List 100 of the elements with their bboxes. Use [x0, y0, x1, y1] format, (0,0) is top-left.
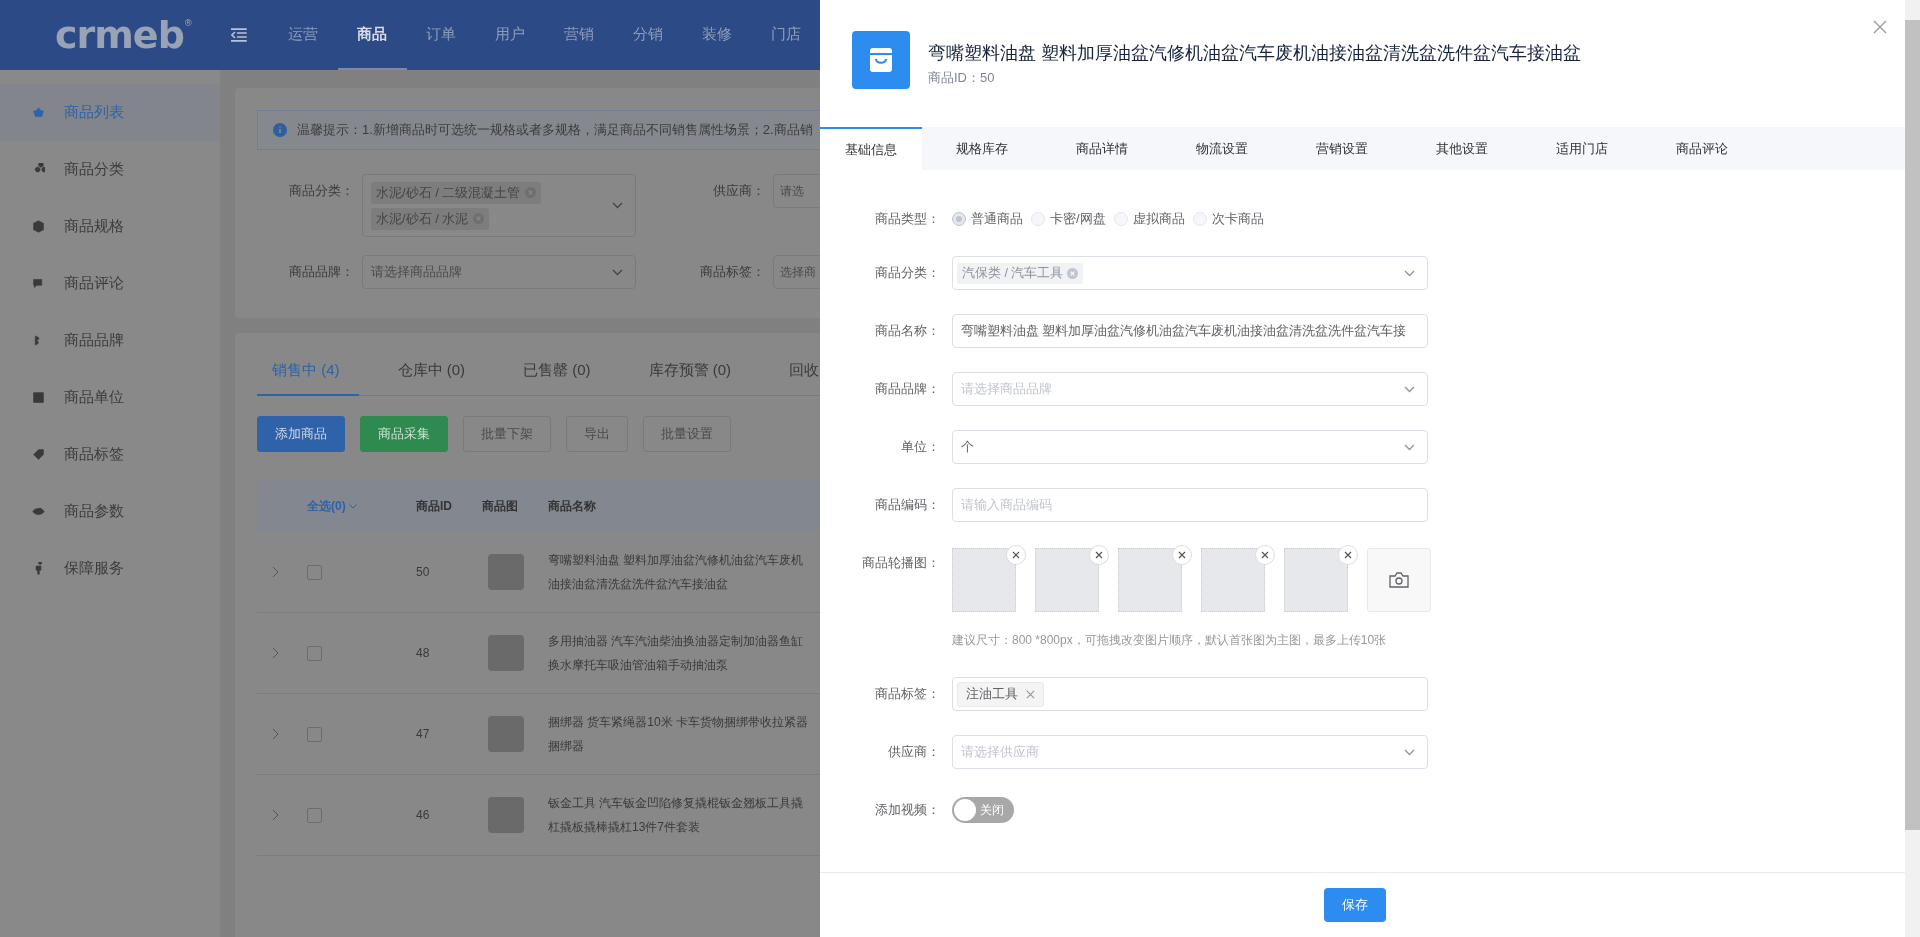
selected-tag: 汽保类 / 汽车工具 [957, 262, 1084, 284]
chevron-right-icon[interactable] [272, 809, 279, 821]
filter-label: 商品分类： [288, 182, 355, 200]
save-button[interactable]: 保存 [1324, 888, 1386, 922]
status-tab[interactable]: 回收 [770, 361, 820, 396]
chevron-down-icon [1404, 748, 1415, 756]
tab[interactable]: 营销设置 [1282, 127, 1402, 170]
tag-select[interactable]: 注油工具 [952, 677, 1428, 711]
chevron-right-icon[interactable] [272, 566, 279, 578]
table-cell-text: 多用抽油器 汽车汽油柴油换油器定制加油器鱼缸换水摩托车吸油管油箱手动抽油泵 [548, 633, 805, 674]
menu-item-icon [32, 163, 45, 176]
drawer-title: 弯嘴塑料油盘 塑料加厚油盆汽修机油盆汽车废机油接油盆清洗盆洗件盆汽车接油盆 [928, 41, 1581, 65]
tab[interactable]: 商品详情 [1042, 127, 1162, 170]
chevron-down-icon [348, 503, 357, 509]
form-label: 商品名称： [874, 322, 941, 340]
select-all-dropdown[interactable]: 全选(0) [307, 497, 357, 515]
status-tab[interactable]: 已售罄 (0) [504, 361, 610, 396]
select-field[interactable]: 请选择商品品牌 [952, 372, 1428, 406]
sidebar-item[interactable]: 商品标签 [0, 426, 220, 483]
row-checkbox[interactable] [307, 564, 322, 580]
sidebar-item[interactable]: 商品参数 [0, 483, 220, 540]
form-label: 商品轮播图： [861, 554, 941, 572]
menu-item-icon [32, 391, 45, 404]
status-tab[interactable]: 销售中 (4) [257, 361, 359, 396]
tab[interactable]: 规格库存 [922, 127, 1042, 170]
sidebar-item[interactable]: 商品列表 [0, 84, 220, 141]
tab[interactable]: 物流设置 [1162, 127, 1282, 170]
text-field[interactable]: 请输入商品编码 [952, 488, 1428, 522]
shopping-bag-icon [852, 30, 910, 89]
tab[interactable]: 其他设置 [1402, 127, 1522, 170]
chevron-right-icon[interactable] [272, 647, 279, 659]
table-cell: 48 [416, 646, 430, 660]
select-field[interactable]: 请选择供应商 [952, 735, 1428, 769]
sidebar-item[interactable]: 商品规格 [0, 198, 220, 255]
form-label: 商品编码： [874, 496, 941, 514]
chevron-right-icon[interactable] [272, 728, 279, 740]
photo-placeholder [488, 554, 524, 590]
row-checkbox[interactable] [307, 645, 322, 661]
sidebar-item[interactable]: 保障服务 [0, 540, 220, 597]
nav-tab[interactable]: 分销 [613, 0, 683, 70]
menu-item-icon [32, 220, 45, 233]
chevron-down-icon [1404, 385, 1415, 393]
row-checkbox[interactable] [307, 807, 322, 823]
camera-icon [1389, 572, 1409, 588]
nav-tab[interactable]: 用户 [475, 0, 545, 70]
menu-item-icon [32, 562, 45, 575]
tag-select[interactable]: 汽保类 / 汽车工具 [952, 256, 1428, 290]
text-field[interactable]: 弯嘴塑料油盘 塑料加厚油盆汽修机油盆汽车废机油接油盆清洗盆洗件盆汽车接 [952, 314, 1428, 348]
nav-tab[interactable]: 订单 [406, 0, 476, 70]
photo-placeholder [488, 635, 524, 671]
menu-icon[interactable] [231, 28, 248, 42]
brand-select[interactable]: 请选择商品品牌 [362, 255, 636, 289]
nav-tab[interactable]: 营销 [544, 0, 614, 70]
nav-tab[interactable]: 商品 [337, 0, 407, 70]
chevron-down-icon [1404, 269, 1415, 277]
menu-item-icon [32, 106, 45, 119]
nav-tab[interactable]: 门店 [751, 0, 820, 70]
sidebar-item[interactable]: 商品评论 [0, 255, 220, 312]
upload-button[interactable] [1367, 548, 1431, 612]
table-cell: 46 [416, 808, 430, 822]
table-cell-text: 弯嘴塑料油盘 塑料加厚油盆汽修机油盆汽车废机油接油盆清洗盆洗件盆汽车接油盆 [548, 552, 805, 593]
nav-tab[interactable]: 运营 [269, 0, 338, 70]
remove-icon[interactable] [1067, 267, 1079, 279]
sidebar-item[interactable]: 商品品牌 [0, 312, 220, 369]
filter-label: 商品标签： [699, 263, 766, 281]
table-cell-text: 钣金工具 汽车钣金凹陷修复撬棍钣金翘板工具撬杠撬板撬棒撬杠13件7件套装 [548, 795, 805, 836]
toggle-switch[interactable]: 关闭 [952, 797, 1014, 823]
sidebar-item[interactable]: 商品分类 [0, 141, 220, 198]
menu-item-icon [32, 505, 45, 518]
remove-icon[interactable] [525, 187, 537, 198]
action-button[interactable]: 添加商品 [257, 416, 345, 452]
chevron-down-icon [612, 268, 623, 276]
filter-input[interactable]: 请选 [773, 174, 820, 208]
logo: crmeb$^{®}$ [54, 13, 193, 57]
form-label: 商品分类： [874, 264, 941, 282]
menu-item-icon [32, 448, 45, 461]
action-button[interactable]: 商品采集 [360, 416, 448, 452]
nav-tab[interactable]: 装修 [682, 0, 752, 70]
chevron-down-icon [1404, 443, 1415, 451]
sidebar-item[interactable]: 商品单位 [0, 369, 220, 426]
row-checkbox[interactable] [307, 726, 322, 742]
status-tab[interactable]: 库存预警 (0) [629, 361, 750, 396]
select-field[interactable]: 个 [952, 430, 1428, 464]
form-label: 供应商： [887, 743, 941, 761]
info-icon [273, 123, 287, 137]
form-label: 商品标签： [874, 685, 941, 703]
form-label: 商品类型： [874, 210, 941, 228]
tab[interactable]: 商品评论 [1642, 127, 1762, 170]
column-header: 商品名称 [548, 497, 596, 515]
tab[interactable]: 适用门店 [1522, 127, 1642, 170]
menu-item-icon [32, 277, 45, 290]
filter-input[interactable]: 选择商 [773, 255, 820, 289]
photo-placeholder [488, 797, 524, 833]
form-label: 添加视频： [874, 801, 941, 819]
table-cell-text: 捆绑器 货车紧绳器10米 卡车货物捆绑带收拉紧器捆绑器 [548, 714, 808, 755]
tab[interactable]: 基础信息 [820, 127, 922, 170]
form-label: 商品品牌： [874, 380, 941, 398]
selected-tag: 注油工具 [957, 681, 1044, 707]
status-tab[interactable]: 仓库中 (0) [378, 361, 484, 396]
remove-icon[interactable] [473, 213, 485, 224]
